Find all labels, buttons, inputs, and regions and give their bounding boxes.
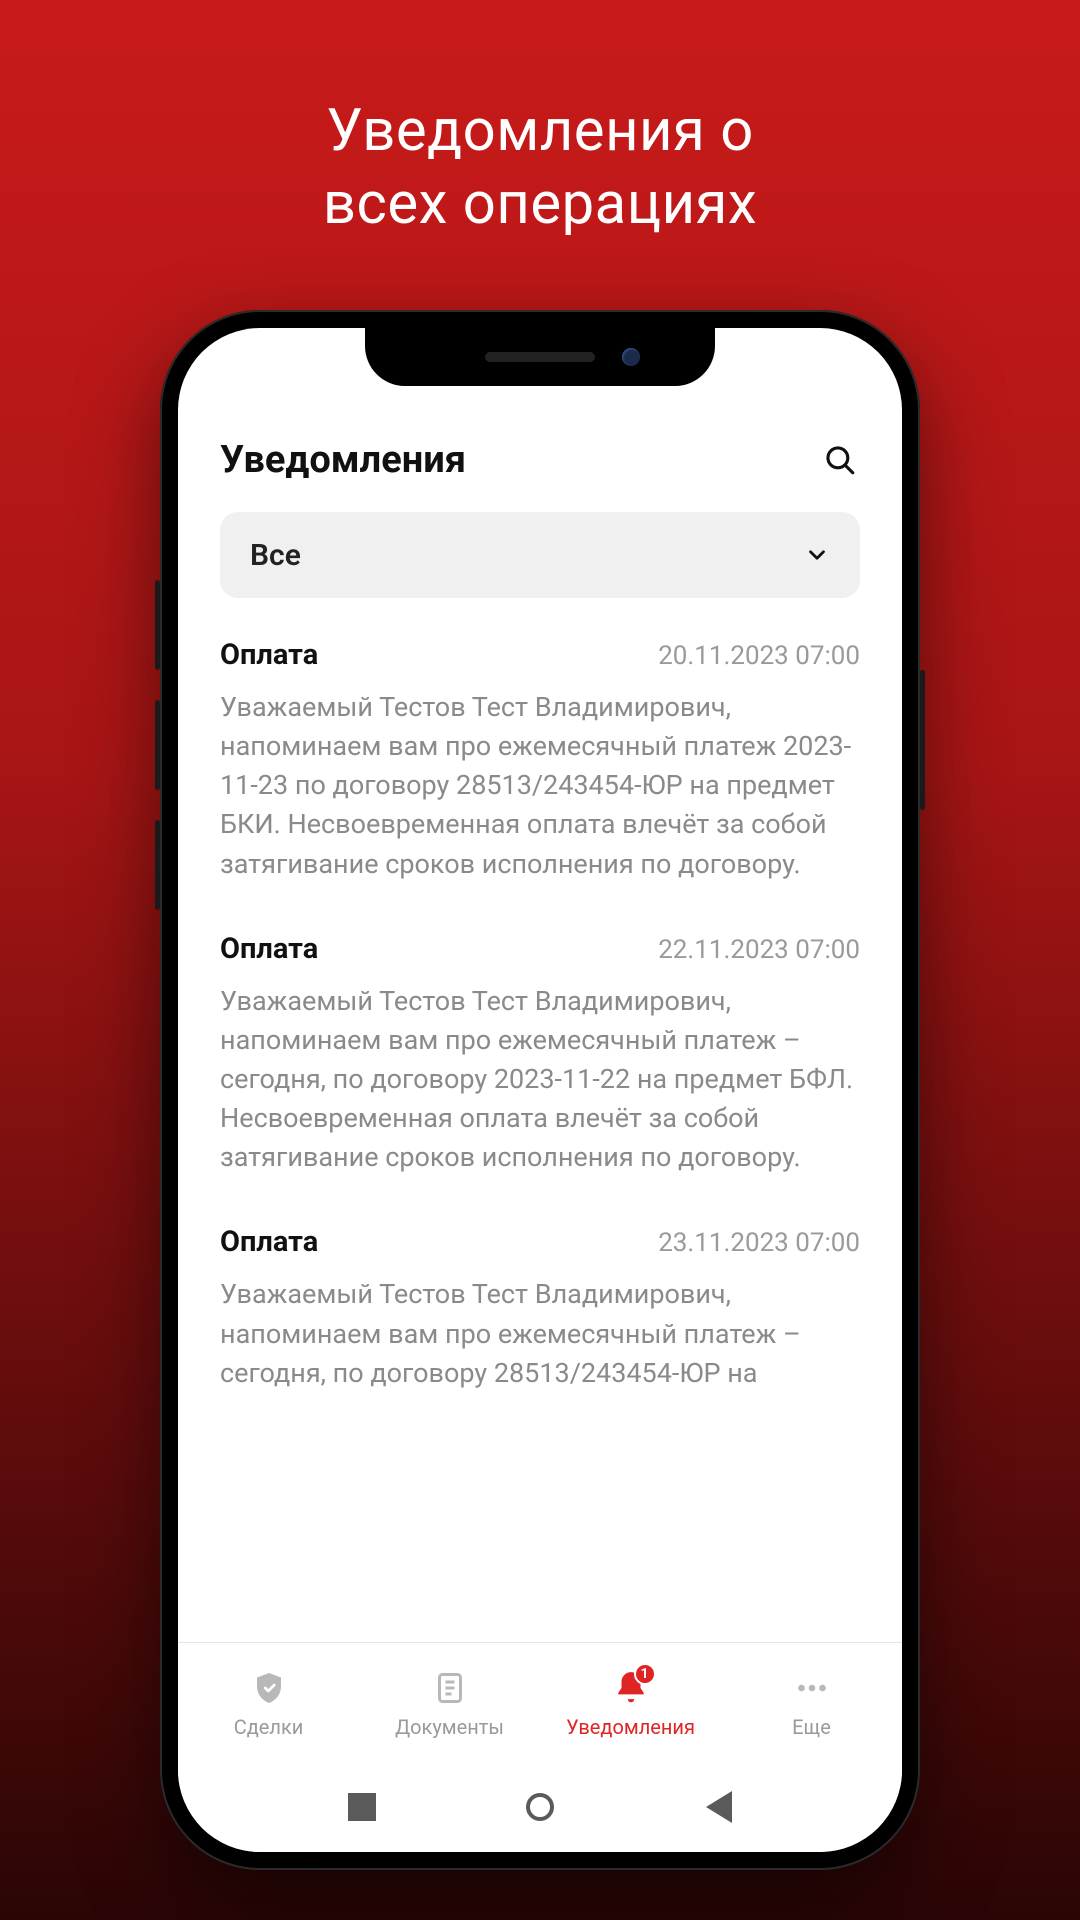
notification-title: Оплата xyxy=(220,1225,318,1259)
tab-label: Уведомления xyxy=(566,1715,695,1739)
tab-label: Сделки xyxy=(234,1715,304,1739)
tab-label: Документы xyxy=(395,1715,504,1739)
notification-date: 20.11.2023 07:00 xyxy=(658,641,860,671)
notification-body: Уважаемый Тестов Тест Владимирович, напо… xyxy=(220,1275,860,1392)
notification-list[interactable]: Оплата 20.11.2023 07:00 Уважаемый Тестов… xyxy=(178,638,902,1642)
android-home-button[interactable] xyxy=(526,1793,554,1821)
search-button[interactable] xyxy=(820,440,860,480)
phone-screen: Уведомления Все Оплата xyxy=(178,328,902,1852)
speaker-grille xyxy=(485,352,595,362)
page-title: Уведомления xyxy=(220,438,466,482)
tab-deals[interactable]: Сделки xyxy=(178,1667,359,1739)
notification-date: 23.11.2023 07:00 xyxy=(658,1228,860,1258)
hero-line1: Уведомления о xyxy=(0,95,1080,168)
more-icon xyxy=(791,1667,833,1709)
chevron-down-icon xyxy=(804,542,830,568)
filter-dropdown[interactable]: Все xyxy=(220,512,860,598)
notification-title: Оплата xyxy=(220,932,318,966)
tab-label: Еще xyxy=(792,1715,831,1739)
app-header: Уведомления xyxy=(178,418,902,512)
tab-documents[interactable]: Документы xyxy=(359,1667,540,1739)
phone-notch xyxy=(365,328,715,386)
notification-title: Оплата xyxy=(220,638,318,672)
notification-item[interactable]: Оплата 23.11.2023 07:00 Уважаемый Тестов… xyxy=(220,1225,860,1392)
notification-badge: 1 xyxy=(634,1663,656,1685)
tab-bar: Сделки Документы 1 Уведомления xyxy=(178,1642,902,1762)
filter-label: Все xyxy=(250,538,301,573)
document-icon xyxy=(429,1667,471,1709)
notification-item[interactable]: Оплата 20.11.2023 07:00 Уважаемый Тестов… xyxy=(220,638,860,884)
android-nav-bar xyxy=(178,1762,902,1852)
notification-date: 22.11.2023 07:00 xyxy=(658,935,860,965)
notification-body: Уважаемый Тестов Тест Владимирович, напо… xyxy=(220,688,860,884)
tab-more[interactable]: Еще xyxy=(721,1667,902,1739)
android-back-button[interactable] xyxy=(704,1791,732,1823)
search-icon xyxy=(823,443,857,477)
hero-title: Уведомления о всех операциях xyxy=(0,0,1080,240)
tab-notifications[interactable]: 1 Уведомления xyxy=(540,1667,721,1739)
notification-body: Уважаемый Тестов Тест Владимирович, напо… xyxy=(220,982,860,1178)
hero-line2: всех операциях xyxy=(0,168,1080,241)
phone-frame: Уведомления Все Оплата xyxy=(160,310,920,1870)
front-camera xyxy=(622,348,640,366)
notification-item[interactable]: Оплата 22.11.2023 07:00 Уважаемый Тестов… xyxy=(220,932,860,1178)
shield-check-icon xyxy=(248,1667,290,1709)
bell-icon: 1 xyxy=(610,1667,652,1709)
android-overview-button[interactable] xyxy=(348,1793,376,1821)
app-content: Уведомления Все Оплата xyxy=(178,328,902,1852)
